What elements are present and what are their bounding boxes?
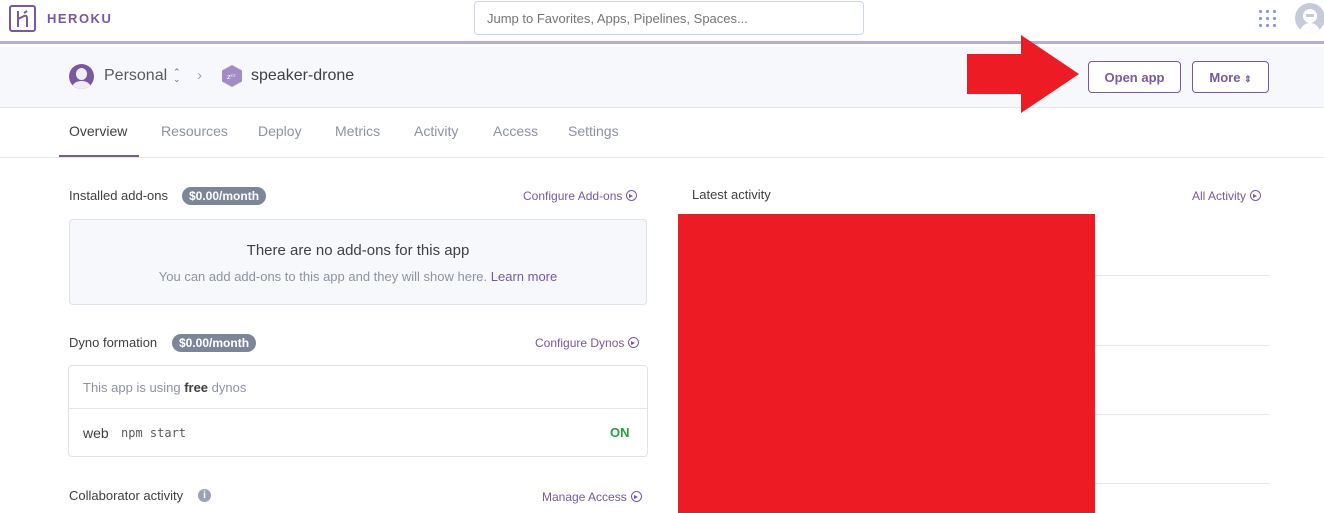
latest-activity-title: Latest activity (692, 187, 771, 202)
addons-empty-subtitle: You can add add-ons to this app and they… (70, 269, 646, 284)
dyno-status-badge: ON (610, 425, 630, 440)
configure-dynos-label: Configure Dynos (535, 336, 625, 350)
dyno-note-suffix: dynos (211, 380, 247, 395)
dynos-title: Dyno formation (69, 335, 158, 350)
brand-name[interactable]: HEROKU (47, 11, 112, 26)
svg-text:zᶻᶻ: zᶻᶻ (227, 73, 236, 81)
user-avatar[interactable] (1295, 3, 1324, 33)
configure-addons-link[interactable]: Configure Add-ons (523, 189, 638, 203)
activity-divider (1095, 483, 1270, 484)
dyno-tier-note: This app is using free dynos (83, 380, 246, 395)
app-tabs: Overview Resources Deploy Metrics Activi… (0, 108, 1324, 158)
info-icon[interactable]: i (198, 489, 211, 502)
more-button[interactable]: More ⇕ (1192, 61, 1269, 93)
divider (69, 408, 647, 409)
all-activity-link[interactable]: All Activity (1192, 189, 1262, 203)
sleeping-app-icon: zᶻᶻ (221, 64, 243, 88)
dyno-formation-card: This app is using free dynos web npm sta… (68, 365, 648, 457)
arrow-circle-icon (626, 190, 638, 201)
person-icon (69, 64, 94, 89)
all-activity-label: All Activity (1192, 189, 1247, 203)
open-app-button[interactable]: Open app (1088, 61, 1181, 93)
activity-divider (1095, 275, 1270, 276)
configure-addons-label: Configure Add-ons (523, 189, 623, 203)
more-button-label: More (1209, 70, 1241, 85)
dyno-note-tier: free (184, 380, 209, 395)
dynos-price-badge: $0.00/month (172, 334, 257, 352)
apps-grid-icon[interactable] (1259, 10, 1277, 28)
app-header: Personal ⌃ ⌄ › zᶻᶻ speaker-drone Open app… (0, 35, 1324, 113)
heroku-logo-icon[interactable] (9, 5, 36, 32)
dyno-process-command: npm start (121, 426, 187, 440)
red-arrow-annotation (967, 35, 1079, 113)
active-tab-indicator (59, 155, 139, 157)
addons-empty-state: There are no add-ons for this app You ca… (69, 219, 647, 305)
chevron-right-icon: › (197, 67, 202, 84)
breadcrumb-account[interactable]: Personal (104, 67, 167, 85)
manage-access-link[interactable]: Manage Access (542, 490, 642, 504)
breadcrumb-app[interactable]: speaker-drone (251, 67, 354, 85)
dyno-note-prefix: This app is using (83, 380, 181, 395)
manage-access-label: Manage Access (542, 490, 627, 504)
activity-divider (1095, 345, 1270, 346)
tab-resources[interactable]: Resources (161, 123, 228, 139)
chevron-updown-icon: ⇕ (1244, 74, 1252, 84)
arrow-circle-icon (630, 491, 642, 502)
tab-deploy[interactable]: Deploy (258, 123, 302, 139)
top-navbar: HEROKU (0, 0, 1324, 44)
tab-overview[interactable]: Overview (69, 123, 127, 139)
addons-empty-title: There are no add-ons for this app (246, 242, 470, 259)
configure-dynos-link[interactable]: Configure Dynos (535, 336, 640, 350)
tab-settings[interactable]: Settings (568, 123, 619, 139)
tab-activity[interactable]: Activity (414, 123, 458, 139)
tab-access[interactable]: Access (493, 123, 538, 139)
redaction-block (678, 214, 1095, 513)
addons-empty-text: You can add add-ons to this app and they… (158, 269, 488, 284)
addons-title: Installed add-ons (69, 188, 169, 203)
learn-more-link[interactable]: Learn more (491, 269, 557, 284)
tab-metrics[interactable]: Metrics (335, 123, 380, 139)
collaborator-title: Collaborator activity (69, 488, 184, 503)
addons-price-badge: $0.00/month (182, 187, 267, 205)
arrow-circle-icon (628, 337, 640, 348)
activity-divider (1095, 414, 1270, 415)
arrow-circle-icon (1250, 190, 1262, 201)
dyno-process-type: web (83, 425, 109, 441)
search-input[interactable] (474, 1, 864, 35)
account-switch-icon[interactable]: ⌃ ⌄ (173, 68, 181, 84)
